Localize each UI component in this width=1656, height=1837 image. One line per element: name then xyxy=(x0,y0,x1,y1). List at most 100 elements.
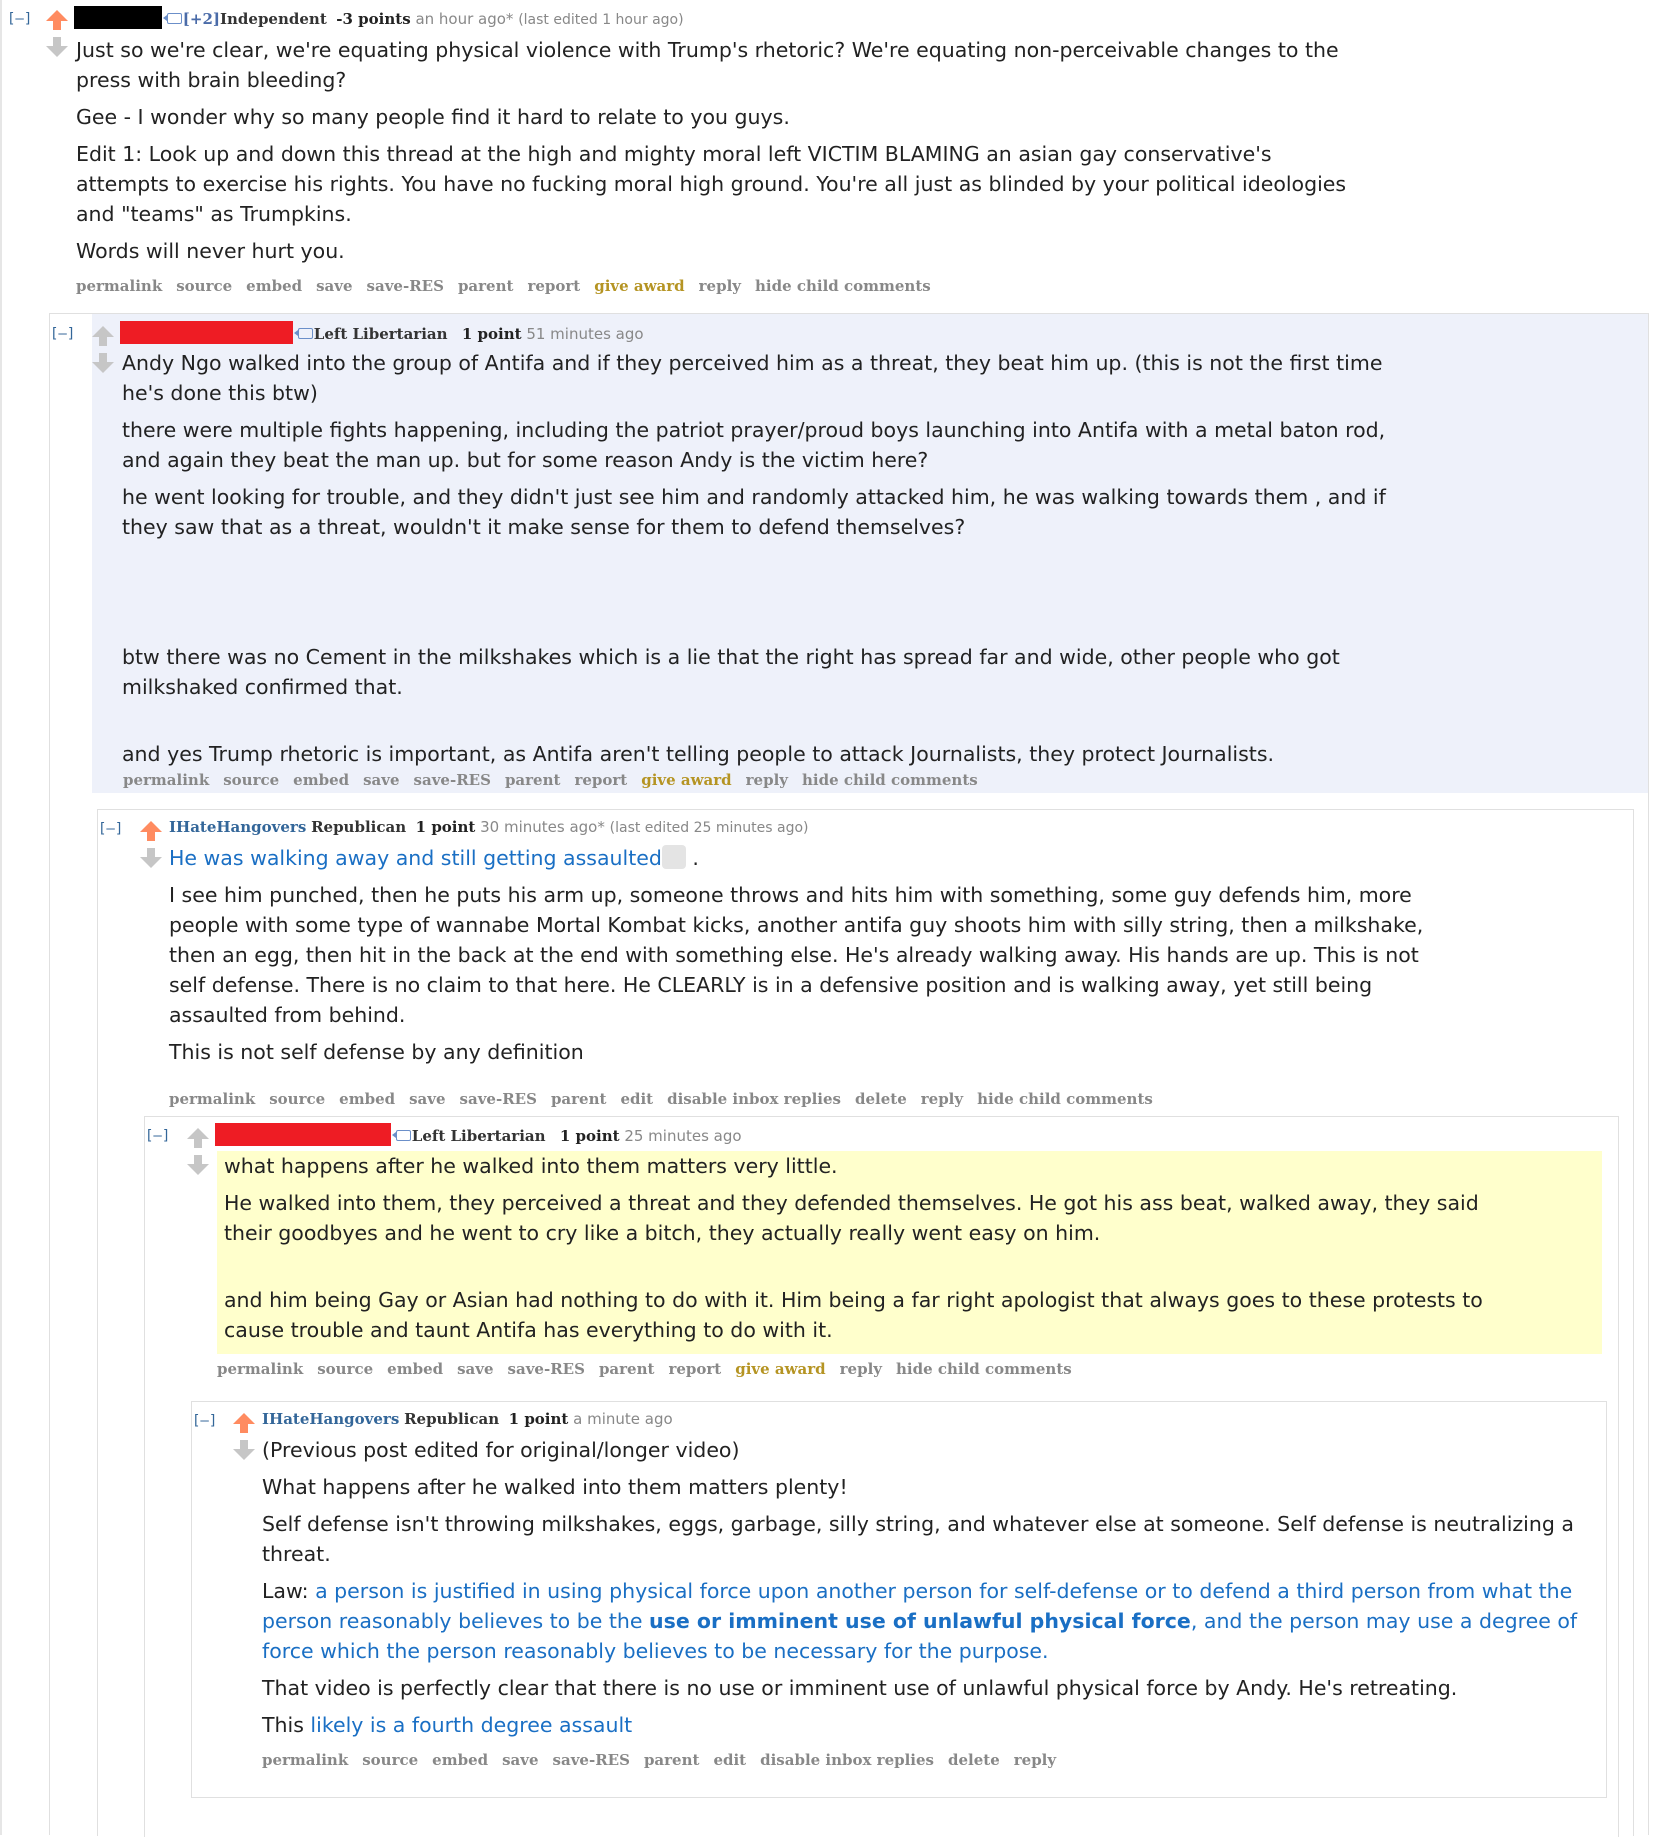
comment-body: (Previous post edited for original/longe… xyxy=(262,1435,1592,1747)
hide-child-comments-link[interactable]: hide child comments xyxy=(977,1090,1153,1108)
permalink-link[interactable]: permalink xyxy=(217,1360,303,1378)
source-link[interactable]: source xyxy=(223,771,279,789)
delete-link[interactable]: delete xyxy=(855,1090,907,1108)
comment-actions: permalink source embed save save-RES parent ed… xyxy=(169,1090,1167,1108)
save-link[interactable]: save xyxy=(457,1360,493,1378)
permalink-link[interactable]: permalink xyxy=(262,1751,348,1769)
parent-link[interactable]: parent xyxy=(599,1360,655,1378)
give-award-link[interactable]: give award xyxy=(641,771,731,789)
comment-body: Just so we're clear, we're equating phys… xyxy=(76,35,1356,273)
collapse-toggle[interactable]: [–] xyxy=(145,1128,170,1144)
source-link[interactable]: source xyxy=(362,1751,418,1769)
edited-time: (last edited 25 minutes ago) xyxy=(609,820,809,836)
paragraph: Law: a person is justified in using phys… xyxy=(262,1576,1592,1666)
parent-link[interactable]: parent xyxy=(644,1751,700,1769)
reply-link[interactable]: reply xyxy=(699,277,741,295)
save-link[interactable]: save xyxy=(409,1090,445,1108)
user-flair: Independent xyxy=(219,10,327,28)
source-link[interactable]: source xyxy=(317,1360,373,1378)
paragraph: I see him punched, then he puts his arm … xyxy=(169,883,1424,1027)
assault-link[interactable]: likely is a fourth degree assault xyxy=(310,1713,632,1737)
collapse-toggle[interactable]: [–] xyxy=(7,11,32,27)
embed-link[interactable]: embed xyxy=(246,277,302,295)
parent-link[interactable]: parent xyxy=(458,277,514,295)
upvote-icon[interactable] xyxy=(186,1127,210,1149)
paragraph: Just so we're clear, we're equating phys… xyxy=(76,38,1339,92)
embed-link[interactable]: embed xyxy=(339,1090,395,1108)
save-link[interactable]: save xyxy=(502,1751,538,1769)
give-award-link[interactable]: give award xyxy=(594,277,684,295)
redacted-username xyxy=(74,6,162,29)
edit-link[interactable]: edit xyxy=(713,1751,746,1769)
comment-time: 30 minutes ago* xyxy=(480,818,605,836)
upvote-icon[interactable] xyxy=(232,1412,256,1434)
hide-child-comments-link[interactable]: hide child comments xyxy=(896,1360,1072,1378)
paragraph: That video is perfectly clear that there… xyxy=(262,1676,1458,1700)
disable-inbox-replies-link[interactable]: disable inbox replies xyxy=(667,1090,841,1108)
disable-inbox-replies-link[interactable]: disable inbox replies xyxy=(760,1751,934,1769)
downvote-icon[interactable] xyxy=(91,352,115,374)
reply-link[interactable]: reply xyxy=(921,1090,963,1108)
hide-child-comments-link[interactable]: hide child comments xyxy=(802,771,978,789)
hide-child-comments-link[interactable]: hide child comments xyxy=(755,277,931,295)
upvote-icon[interactable] xyxy=(45,9,69,31)
give-award-link[interactable]: give award xyxy=(735,1360,825,1378)
edit-link[interactable]: edit xyxy=(620,1090,653,1108)
source-link[interactable]: source xyxy=(176,277,232,295)
save-res-link[interactable]: save-RES xyxy=(414,771,491,789)
embed-link[interactable]: embed xyxy=(432,1751,488,1769)
save-res-link[interactable]: save-RES xyxy=(553,1751,630,1769)
embed-link[interactable]: embed xyxy=(293,771,349,789)
collapse-toggle[interactable]: [–] xyxy=(50,326,75,342)
redacted-username xyxy=(120,321,293,344)
comment-2: [–] Left Libertarian 1 point 51 minutes … xyxy=(49,313,1649,1837)
downvote-icon[interactable] xyxy=(232,1439,256,1461)
comment-tagline: Left Libertarian 1 point 51 minutes ago xyxy=(120,321,644,346)
collapse-toggle[interactable]: [–] xyxy=(98,821,123,837)
save-res-link[interactable]: save-RES xyxy=(508,1360,585,1378)
reply-link[interactable]: reply xyxy=(746,771,788,789)
report-link[interactable]: report xyxy=(668,1360,721,1378)
paragraph: This is not self defense by any definiti… xyxy=(169,1040,584,1064)
user-flair: Left Libertarian xyxy=(313,325,448,343)
reply-link[interactable]: reply xyxy=(840,1360,882,1378)
user-flair: Republican xyxy=(311,818,407,836)
delete-link[interactable]: delete xyxy=(948,1751,1000,1769)
law-link[interactable]: a person is justified in using physical … xyxy=(262,1579,1577,1663)
report-link[interactable]: report xyxy=(527,277,580,295)
paragraph: what happens after he walked into them m… xyxy=(224,1154,838,1178)
permalink-link[interactable]: permalink xyxy=(169,1090,255,1108)
paragraph-prefix: This xyxy=(262,1713,311,1737)
flair-prefix[interactable]: [+2] xyxy=(183,10,220,28)
comment-body: Andy Ngo walked into the group of Antifa… xyxy=(122,348,1422,776)
permalink-link[interactable]: permalink xyxy=(76,277,162,295)
collapse-toggle[interactable]: [–] xyxy=(192,1413,217,1429)
parent-link[interactable]: parent xyxy=(551,1090,607,1108)
paragraph: What happens after he walked into them m… xyxy=(262,1475,848,1499)
comment-actions: permalink source embed save save-RES parent ed… xyxy=(262,1751,1070,1769)
downvote-icon[interactable] xyxy=(186,1154,210,1176)
upvote-icon[interactable] xyxy=(91,325,115,347)
parent-link[interactable]: parent xyxy=(505,771,561,789)
source-link[interactable]: source xyxy=(269,1090,325,1108)
paragraph: there were multiple fights happening, in… xyxy=(122,418,1386,472)
save-link[interactable]: save xyxy=(363,771,399,789)
comment-author[interactable]: IHateHangovers xyxy=(262,1410,399,1428)
video-link[interactable]: He was walking away and still getting as… xyxy=(169,846,662,870)
embed-link[interactable]: embed xyxy=(387,1360,443,1378)
comment-tagline: [+2]Independent -3 points an hour ago* (… xyxy=(74,6,684,31)
upvote-icon[interactable] xyxy=(139,820,163,842)
permalink-link[interactable]: permalink xyxy=(123,771,209,789)
save-res-link[interactable]: save-RES xyxy=(460,1090,537,1108)
reply-link[interactable]: reply xyxy=(1014,1751,1056,1769)
comment-author[interactable]: IHateHangovers xyxy=(169,818,306,836)
downvote-icon[interactable] xyxy=(45,36,69,58)
save-res-link[interactable]: save-RES xyxy=(367,277,444,295)
save-link[interactable]: save xyxy=(316,277,352,295)
downvote-icon[interactable] xyxy=(139,847,163,869)
report-link[interactable]: report xyxy=(574,771,627,789)
user-flair: Republican xyxy=(404,1410,500,1428)
paragraph: Gee - I wonder why so many people find i… xyxy=(76,105,790,129)
comment-actions: permalink source embed save save-RES parent re… xyxy=(217,1360,1086,1378)
comment-body: what happens after he walked into them m… xyxy=(224,1151,1524,1352)
